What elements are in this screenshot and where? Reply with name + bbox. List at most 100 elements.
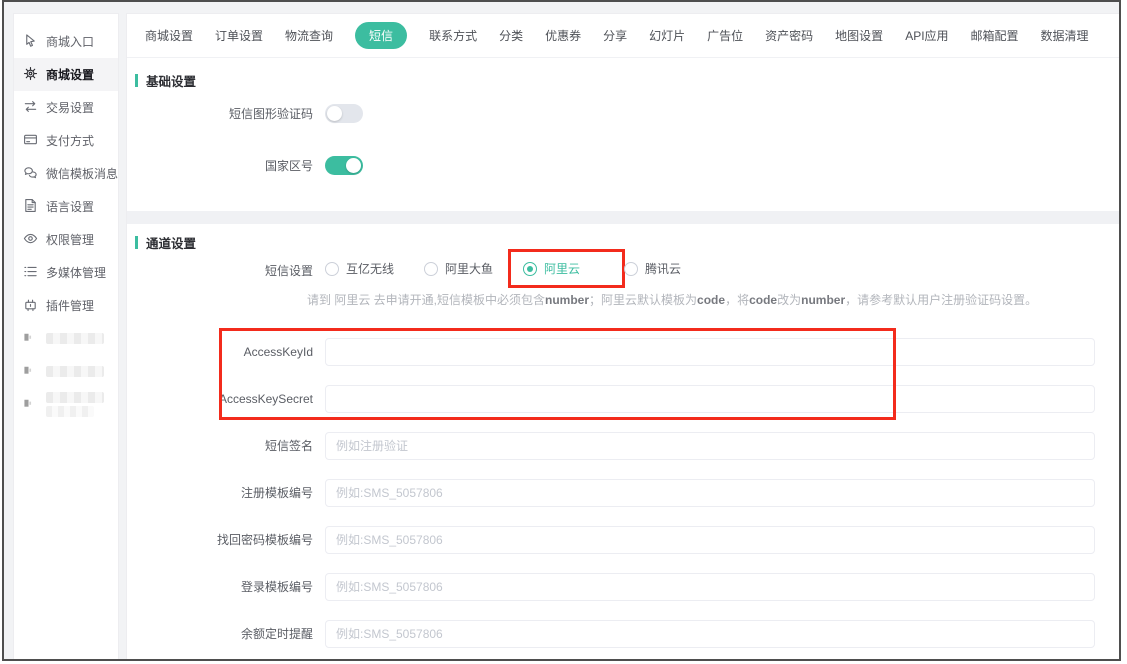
tab-api-application[interactable]: API应用 bbox=[905, 27, 948, 44]
radio-tencent-cloud[interactable]: 腾讯云 bbox=[624, 260, 681, 277]
radio-options: 互亿无线 阿里大鱼 阿里云 腾讯云 bbox=[325, 260, 711, 281]
radio-label: 互亿无线 bbox=[346, 260, 394, 277]
channel-section-title-text: 通道设置 bbox=[146, 233, 196, 252]
tab-asset-password[interactable]: 资产密码 bbox=[765, 27, 813, 44]
sidebar-item-label: 微信模板消息 bbox=[46, 165, 118, 182]
password-recovery-template-input[interactable] bbox=[325, 526, 1095, 554]
access-key-secret-label: AccessKeySecret bbox=[135, 392, 325, 406]
tab-mailbox-config[interactable]: 邮箱配置 bbox=[971, 27, 1019, 44]
basic-section-title: 基础设置 bbox=[135, 71, 1119, 90]
sms-captcha-toggle[interactable] bbox=[325, 104, 363, 123]
annotation-box-aliyun: 阿里云 bbox=[508, 249, 625, 288]
sidebar-item-mall-entrance[interactable]: 商城入口 bbox=[14, 25, 118, 58]
redacted-bar bbox=[46, 366, 104, 377]
plugin-icon bbox=[23, 297, 38, 315]
access-key-secret-row: AccessKeySecret bbox=[135, 385, 1119, 413]
sidebar-item-label: 语言设置 bbox=[46, 198, 94, 215]
help-keyword: code bbox=[749, 293, 777, 307]
sidebar-item-trade-settings[interactable]: 交易设置 bbox=[14, 91, 118, 124]
redacted-label-blur bbox=[46, 366, 104, 377]
tab-sms[interactable]: 短信 bbox=[355, 22, 407, 49]
radio-ali-dayu[interactable]: 阿里大鱼 bbox=[424, 260, 493, 277]
redacted-icon bbox=[23, 396, 38, 414]
radio-dot-icon bbox=[523, 262, 537, 276]
radio-label: 阿里大鱼 bbox=[445, 260, 493, 277]
radio-label: 阿里云 bbox=[544, 260, 580, 277]
sidebar-item-multimedia-management[interactable]: 多媒体管理 bbox=[14, 256, 118, 289]
radio-aliyun[interactable]: 阿里云 bbox=[523, 260, 580, 277]
password-recovery-template-label: 找回密码模板编号 bbox=[135, 531, 325, 548]
redacted-bar bbox=[46, 406, 94, 417]
tab-order-settings[interactable]: 订单设置 bbox=[215, 27, 263, 44]
tab-slideshow[interactable]: 幻灯片 bbox=[649, 27, 685, 44]
radio-dot-icon bbox=[624, 262, 638, 276]
sms-channel-label: 短信设置 bbox=[135, 262, 325, 279]
tab-logistics-query[interactable]: 物流查询 bbox=[285, 27, 333, 44]
access-key-id-input[interactable] bbox=[325, 338, 1095, 366]
tab-mall-settings[interactable]: 商城设置 bbox=[145, 27, 193, 44]
balance-reminder-label: 余额定时提醒 bbox=[135, 625, 325, 642]
country-code-row: 国家区号 bbox=[135, 156, 1119, 175]
help-fragment: 请到 阿里云 去申请开通,短信模板中必须包含 bbox=[307, 293, 545, 307]
register-template-row: 注册模板编号 bbox=[135, 479, 1119, 507]
help-keyword: number bbox=[545, 293, 589, 307]
sidebar-item-plugin-management[interactable]: 插件管理 bbox=[14, 289, 118, 322]
login-template-input[interactable] bbox=[325, 573, 1095, 601]
access-key-secret-input[interactable] bbox=[325, 385, 1095, 413]
toggle-rows: 短信图形验证码国家区号 bbox=[135, 104, 1119, 175]
register-template-label: 注册模板编号 bbox=[135, 484, 325, 501]
redacted-icon bbox=[23, 363, 38, 381]
sidebar-item-label: 交易设置 bbox=[46, 99, 94, 116]
login-template-row: 登录模板编号 bbox=[135, 573, 1119, 601]
tab-category[interactable]: 分类 bbox=[499, 27, 523, 44]
tab-coupon[interactable]: 优惠券 bbox=[545, 27, 581, 44]
tab-bar: 商城设置 订单设置 物流查询 短信 联系方式 分类 优惠券 分享 幻灯片 广告位 资产密码 地图设置 A… bbox=[127, 14, 1119, 58]
sidebar-item-permission-management[interactable]: 权限管理 bbox=[14, 223, 118, 256]
register-template-input[interactable] bbox=[325, 479, 1095, 507]
sidebar-menu: 商城入口商城设置交易设置支付方式微信模板消息语言设置权限管理多媒体管理插件管理 bbox=[14, 25, 118, 421]
sidebar-item-label: 权限管理 bbox=[46, 231, 94, 248]
doc-icon bbox=[23, 198, 38, 216]
help-fragment: ；阿里云默认模板为 bbox=[589, 293, 697, 307]
country-code-toggle[interactable] bbox=[325, 156, 363, 175]
sidebar-item-wechat-template-message[interactable]: 微信模板消息 bbox=[14, 157, 118, 190]
balance-reminder-input[interactable] bbox=[325, 620, 1095, 648]
sms-signature-input[interactable] bbox=[325, 432, 1095, 460]
main-panel: 商城设置 订单设置 物流查询 短信 联系方式 分类 优惠券 分享 幻灯片 广告位 资产密码 地图设置 A… bbox=[126, 13, 1119, 659]
sidebar-item-redacted-3[interactable] bbox=[14, 388, 118, 421]
sidebar-item-redacted-2[interactable] bbox=[14, 355, 118, 388]
sms-captcha-row: 短信图形验证码 bbox=[135, 104, 1119, 123]
sidebar-item-label: 商城入口 bbox=[46, 33, 94, 50]
help-keyword: number bbox=[801, 293, 845, 307]
redacted-bar bbox=[46, 333, 104, 344]
help-keyword: code bbox=[697, 293, 725, 307]
sidebar-item-label: 插件管理 bbox=[46, 297, 94, 314]
tab-data-cleanup[interactable]: 数据清理 bbox=[1041, 27, 1089, 44]
redacted-label-blur bbox=[46, 392, 104, 417]
pointer-icon bbox=[23, 33, 38, 51]
radio-dot-icon bbox=[325, 262, 339, 276]
sidebar-item-payment-methods[interactable]: 支付方式 bbox=[14, 124, 118, 157]
access-key-id-row: AccessKeyId bbox=[135, 338, 1119, 366]
radio-huyi-wireless[interactable]: 互亿无线 bbox=[325, 260, 394, 277]
tab-ad-position[interactable]: 广告位 bbox=[707, 27, 743, 44]
redacted-icon bbox=[23, 330, 38, 348]
tab-contact-method[interactable]: 联系方式 bbox=[429, 27, 477, 44]
sidebar-item-language-settings[interactable]: 语言设置 bbox=[14, 190, 118, 223]
channel-section-title: 通道设置 bbox=[135, 233, 1119, 252]
basic-section-title-text: 基础设置 bbox=[146, 71, 196, 90]
access-key-id-label: AccessKeyId bbox=[135, 345, 325, 359]
tab-map-settings[interactable]: 地图设置 bbox=[835, 27, 883, 44]
sidebar-item-mall-settings[interactable]: 商城设置 bbox=[14, 58, 118, 91]
sidebar-item-redacted-1[interactable] bbox=[14, 322, 118, 355]
redacted-bar bbox=[46, 392, 104, 403]
card-icon bbox=[23, 132, 38, 150]
tab-share[interactable]: 分享 bbox=[603, 27, 627, 44]
sms-channel-radio-group: 短信设置 互亿无线 阿里大鱼 阿里云 腾讯云 bbox=[135, 260, 1119, 281]
chat-icon bbox=[23, 165, 38, 183]
sidebar-item-label: 商城设置 bbox=[46, 66, 94, 83]
eye-icon bbox=[23, 231, 38, 249]
section-divider bbox=[127, 211, 1119, 224]
help-fragment: ，请参考默认用户注册验证码设置。 bbox=[845, 293, 1037, 307]
sms-signature-row: 短信签名 bbox=[135, 432, 1119, 460]
